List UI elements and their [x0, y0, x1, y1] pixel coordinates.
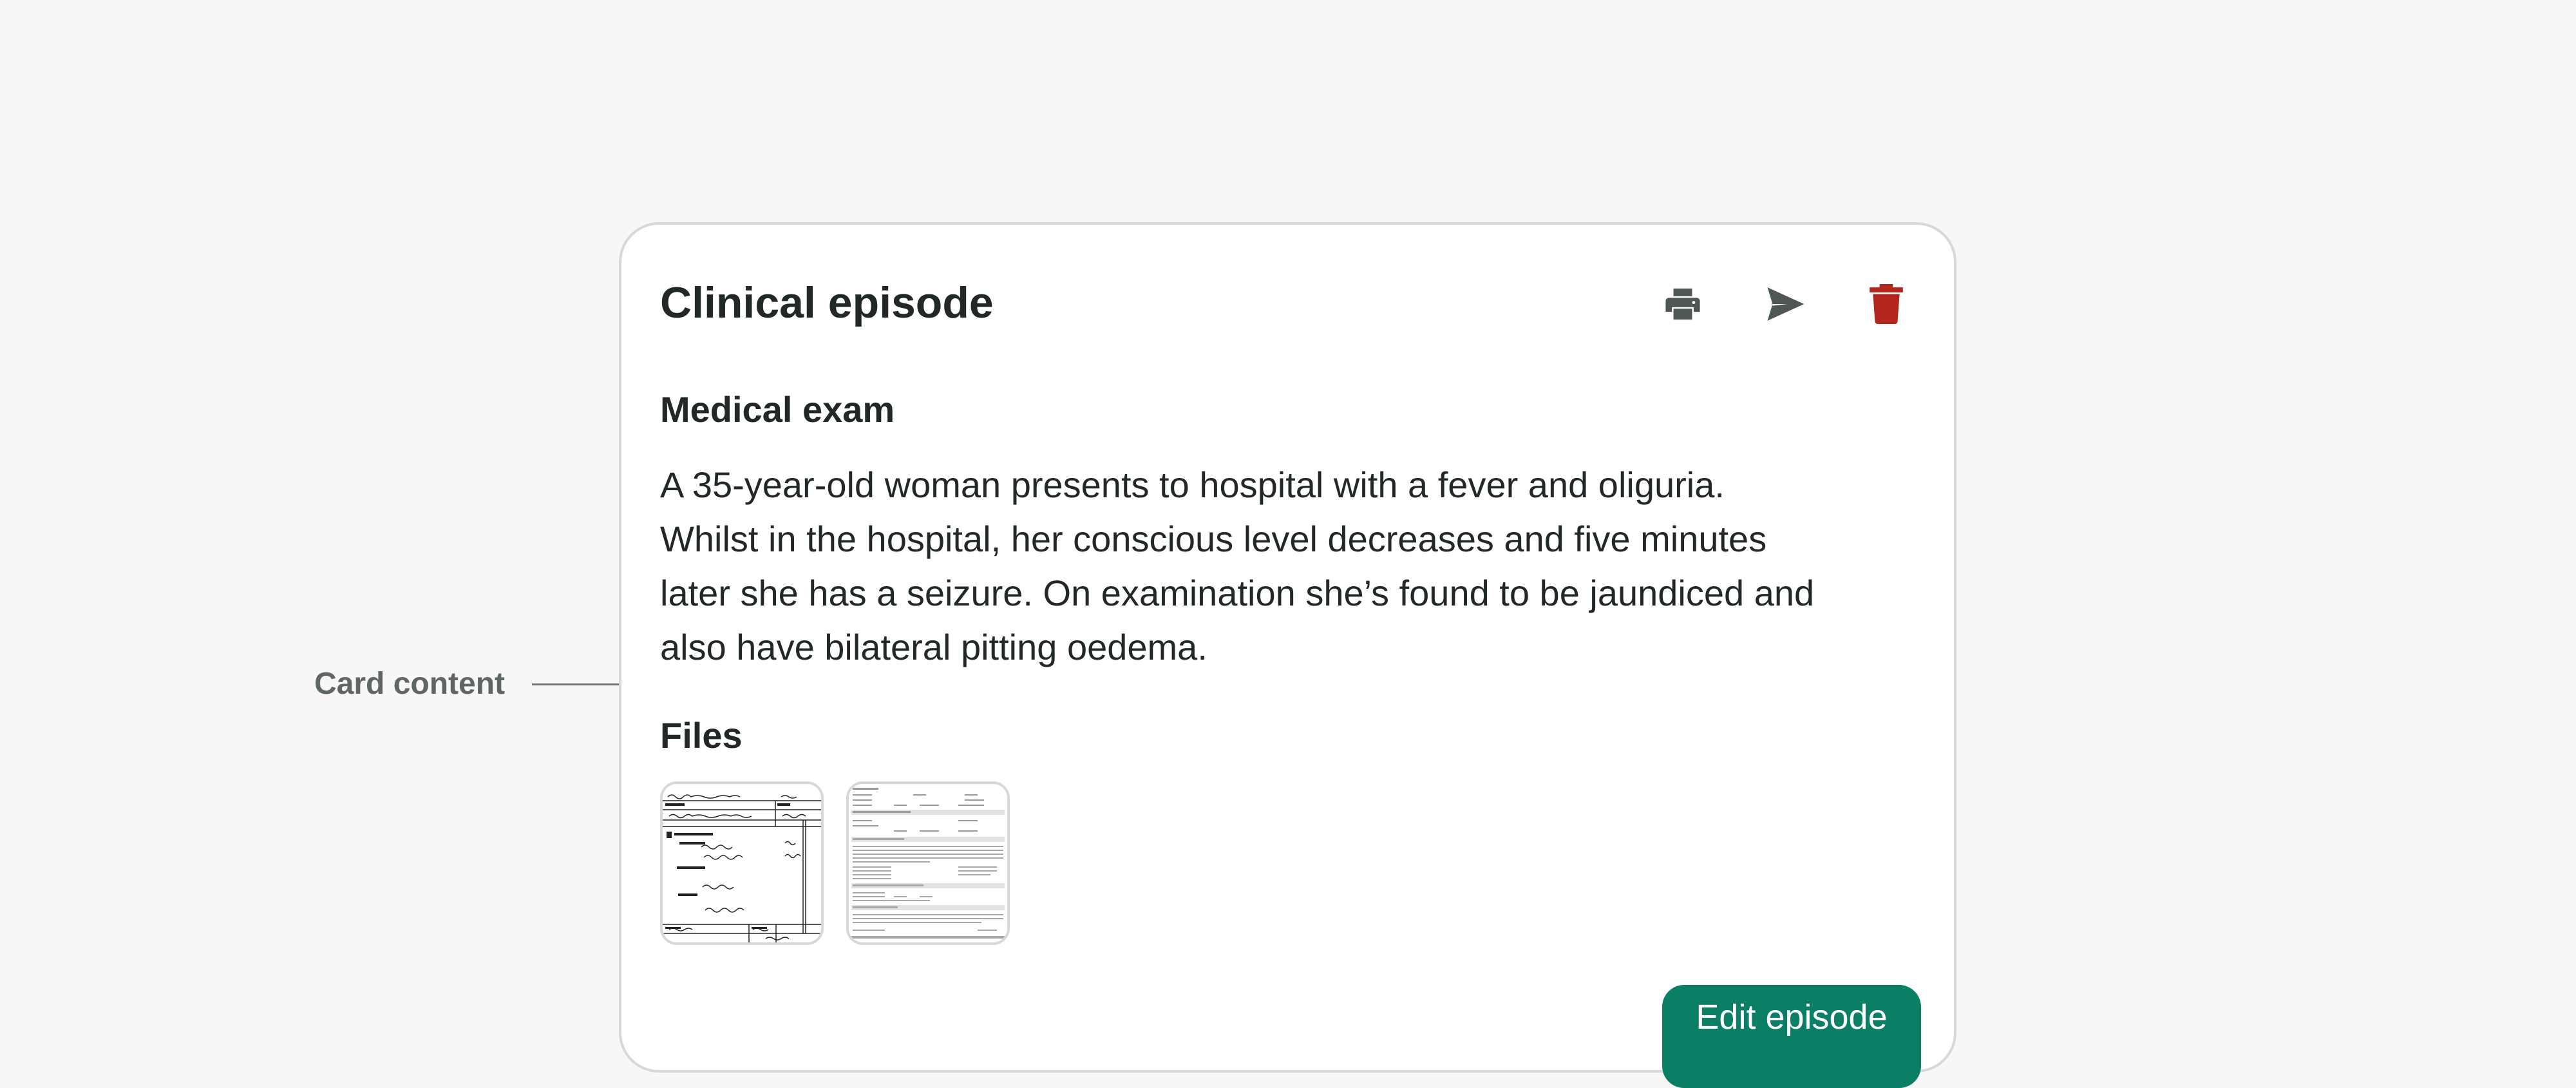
- exam-text-line: later she has a seizure. On examination …: [660, 573, 1815, 613]
- edit-episode-label: Edit episode: [1696, 998, 1888, 1036]
- edit-episode-button[interactable]: Edit episode: [1662, 985, 1921, 1088]
- printer-icon: [1665, 288, 1700, 320]
- printed-form-image: [849, 784, 1007, 942]
- file-thumbnail[interactable]: [660, 781, 824, 945]
- delete-button[interactable]: [1857, 275, 1915, 333]
- annotation-label: Card content: [314, 667, 506, 701]
- exam-text-line: A 35-year-old woman presents to hospital…: [660, 464, 1725, 505]
- trash-icon: [1870, 284, 1903, 324]
- send-icon: [1767, 287, 1804, 321]
- handwritten-form-image: [663, 784, 821, 942]
- print-button[interactable]: [1654, 275, 1712, 333]
- exam-text-line: also have bilateral pitting oedema.: [660, 627, 1208, 667]
- exam-text-line: Whilst in the hospital, her conscious le…: [660, 519, 1767, 559]
- card-title: Clinical episode: [660, 278, 994, 327]
- send-button[interactable]: [1757, 275, 1815, 333]
- files-heading: Files: [660, 715, 743, 756]
- medical-exam-text: A 35-year-old woman presents to hospital…: [660, 458, 1922, 674]
- episode-card: Clinical episode Medical exam A 35-year-…: [619, 222, 1956, 1088]
- medical-exam-heading: Medical exam: [660, 389, 895, 430]
- file-thumbnail[interactable]: [846, 781, 1010, 945]
- annotation-leader-line: [532, 683, 630, 685]
